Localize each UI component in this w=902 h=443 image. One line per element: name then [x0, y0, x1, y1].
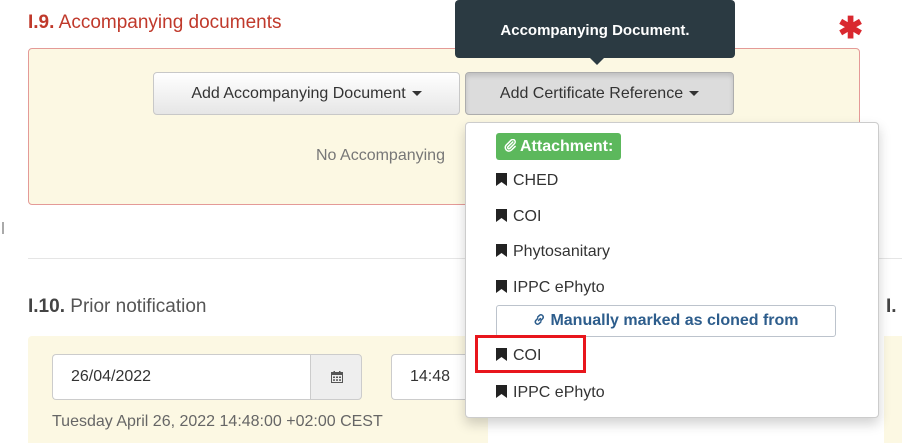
menu-item-label: IPPC ePhyto	[513, 384, 605, 401]
add-accompanying-document-button[interactable]: Add Accompanying Document	[153, 72, 460, 115]
section-11-panel	[884, 336, 902, 443]
bookmark-icon	[496, 244, 507, 257]
no-documents-text: No Accompanying	[316, 147, 445, 164]
highlight-annotation	[475, 335, 586, 373]
menu-item-ippc-ephyto[interactable]: IPPC ePhyto	[496, 278, 605, 298]
cloned-from-label: Manually marked as cloned from	[550, 312, 799, 329]
calendar-icon	[331, 371, 343, 383]
date-long-text: Tuesday April 26, 2022 14:48:00 +02:00 C…	[52, 413, 383, 430]
menu-item-coi[interactable]: COI	[496, 207, 541, 227]
tooltip: Accompanying Document.	[455, 0, 735, 58]
bookmark-icon	[496, 385, 507, 398]
section-9-number: I.9.	[28, 12, 55, 33]
menu-item-cloned-ippc-ephyto[interactable]: IPPC ePhyto	[496, 383, 605, 403]
attachment-header-label: Attachment:	[520, 138, 614, 155]
menu-item-label: IPPC ePhyto	[513, 279, 605, 296]
section-11-title: I.	[886, 296, 897, 317]
add-certificate-reference-button[interactable]: Add Certificate Reference	[465, 72, 734, 115]
paperclip-icon	[504, 138, 516, 152]
side-marker	[2, 222, 4, 234]
required-asterisk-icon: ✱	[838, 12, 864, 45]
menu-item-phytosanitary[interactable]: Phytosanitary	[496, 242, 610, 262]
calendar-button[interactable]	[310, 354, 362, 400]
section-10-number: I.10.	[28, 296, 65, 317]
tooltip-arrow	[590, 58, 604, 65]
menu-item-label: Phytosanitary	[513, 243, 610, 260]
date-input[interactable]: 26/04/2022	[52, 354, 310, 400]
menu-item-ched[interactable]: CHED	[496, 171, 558, 191]
menu-item-label: CHED	[513, 172, 559, 189]
certificate-reference-dropdown: Attachment: CHED COI Phytosanitary IPPC …	[465, 122, 879, 418]
bookmark-icon	[496, 280, 507, 293]
add-accompanying-document-label: Add Accompanying Document	[191, 85, 406, 102]
menu-item-label: COI	[513, 208, 542, 225]
caret-down-icon	[689, 91, 700, 97]
section-9-title: I.9. Accompanying documents	[28, 12, 281, 34]
bookmark-icon	[496, 173, 507, 186]
add-certificate-reference-label: Add Certificate Reference	[499, 85, 684, 102]
link-icon	[535, 314, 545, 325]
tooltip-text: Accompanying Document.	[500, 22, 690, 39]
cloned-from-header: Manually marked as cloned from	[496, 305, 836, 337]
bookmark-icon	[496, 209, 507, 222]
caret-down-icon	[411, 91, 422, 97]
attachment-header: Attachment:	[496, 133, 622, 160]
section-9-label: Accompanying documents	[58, 12, 282, 33]
section-10-title: I.10. Prior notification	[28, 296, 207, 318]
section-10-label: Prior notification	[70, 296, 207, 317]
